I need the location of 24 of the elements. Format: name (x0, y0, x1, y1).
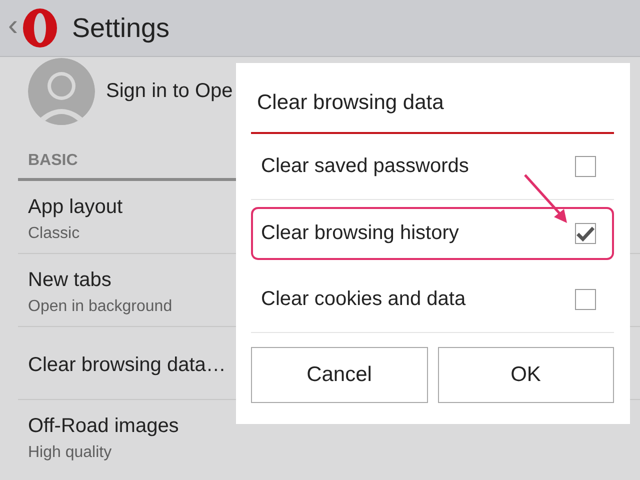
dialog-button[interactable]: Cancel (251, 347, 428, 403)
setting-value: Open in background (28, 298, 172, 316)
setting-title: New tabs (28, 268, 112, 292)
setting-title: Clear browsing data… (28, 354, 226, 376)
dialog-title: Clear browsing data (257, 91, 444, 114)
sign-in-label[interactable]: Sign in to Ope (106, 80, 233, 102)
screen-title: Settings (72, 12, 170, 44)
setting-value: High quality (28, 444, 112, 462)
setting-title: Off-Road images (28, 414, 179, 438)
setting-title: App layout (28, 196, 123, 218)
dialog-option[interactable]: Clear saved passwords (251, 134, 614, 200)
checkbox[interactable] (575, 289, 596, 310)
checkbox[interactable] (575, 156, 596, 177)
check-icon (576, 224, 595, 242)
avatar-icon (28, 58, 95, 124)
setting-value: Classic (28, 224, 80, 242)
option-label: Clear cookies and data (261, 288, 466, 311)
dialog-option[interactable]: Clear cookies and data (251, 267, 614, 333)
dialog-button[interactable]: OK (438, 347, 614, 403)
logo-icon (22, 8, 58, 48)
section-header: BASIC (28, 152, 78, 170)
checkbox[interactable] (575, 223, 596, 244)
option-label: Clear browsing history (261, 222, 459, 245)
option-label: Clear saved passwords (261, 155, 469, 178)
